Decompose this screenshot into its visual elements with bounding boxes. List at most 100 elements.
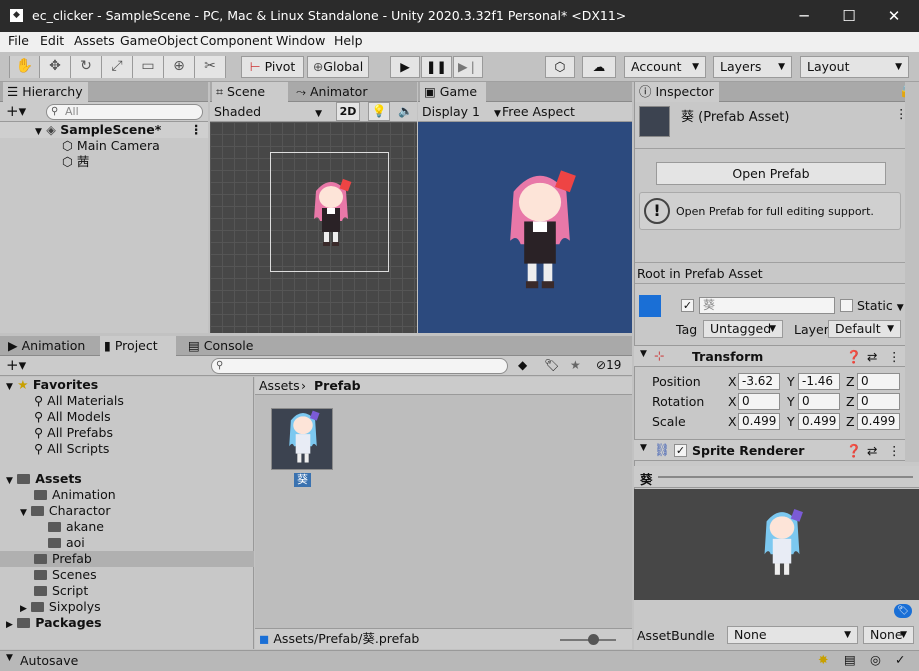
scene-viewport[interactable] <box>210 122 417 333</box>
tag-dropdown[interactable]: Untagged ▼ <box>703 320 783 338</box>
transform-tool-icon[interactable]: ⊕ <box>164 56 195 78</box>
list-item[interactable]: Scenes <box>34 567 97 583</box>
tab-hierarchy[interactable]: ☰ Hierarchy <box>3 82 88 102</box>
favorite-star-icon[interactable]: ★ <box>570 358 581 372</box>
maximize-icon[interactable]: ☐ <box>839 6 859 26</box>
step-button[interactable]: ▶❘ <box>453 56 483 78</box>
menu-gameobject[interactable]: GameObject <box>120 33 198 48</box>
pause-button[interactable]: ❚❚ <box>421 56 452 78</box>
zoom-slider-handle[interactable] <box>588 634 599 645</box>
list-item[interactable]: Animation <box>34 487 116 503</box>
layer-dropdown[interactable]: Default ▼ <box>828 320 901 338</box>
menu-help[interactable]: Help <box>334 33 363 48</box>
grid-item-label[interactable]: 葵 <box>294 473 311 487</box>
lighting-icon[interactable]: 💡 <box>368 102 390 121</box>
expand-arrow-icon[interactable]: ▼ <box>35 127 42 137</box>
cloud-icon[interactable]: ☁ <box>582 56 616 78</box>
play-button[interactable]: ▶ <box>390 56 420 78</box>
layers-dropdown[interactable]: Layers ▼ <box>713 56 792 78</box>
list-item[interactable]: ⚲ All Scripts <box>34 441 109 457</box>
prefab-thumbnail[interactable] <box>271 408 333 470</box>
list-item[interactable]: ⚲ All Models <box>34 409 111 425</box>
close-icon[interactable]: ✕ <box>884 6 904 26</box>
component-menu-icon[interactable]: ⋮ <box>888 349 901 364</box>
tab-animator[interactable]: ⤳ Animator <box>292 82 371 102</box>
mode-2d-toggle[interactable]: 2D <box>336 102 360 121</box>
collab-status-icon[interactable]: ◎ <box>870 652 881 667</box>
shading-dropdown[interactable]: Shaded ▼ <box>214 104 322 119</box>
help-icon[interactable]: ❓ <box>846 349 862 365</box>
list-item[interactable]: ⚲ All Prefabs <box>34 425 113 441</box>
menu-assets[interactable]: Assets <box>74 33 115 48</box>
add-icon[interactable]: +▾ <box>6 102 26 120</box>
menu-edit[interactable]: Edit <box>40 33 64 48</box>
list-item[interactable]: ⬡ 茜 <box>62 154 89 170</box>
audio-icon[interactable]: 🔈 <box>398 104 413 118</box>
list-item[interactable]: ▶ Sixpolys <box>20 599 101 615</box>
rotation-y-field[interactable]: 0 <box>798 393 840 410</box>
tab-console[interactable]: ▤ Console <box>184 336 257 356</box>
tab-inspector[interactable]: ⓘ Inspector <box>635 82 719 102</box>
preset-icon[interactable]: ⇄ <box>867 443 877 458</box>
list-item[interactable]: ⬡ Main Camera <box>62 138 160 154</box>
aspect-dropdown[interactable]: Free Aspect <box>502 104 575 119</box>
preset-icon[interactable]: ⇄ <box>867 349 877 364</box>
assets-header[interactable]: ▼ Assets <box>6 471 82 487</box>
list-item[interactable]: akane <box>48 519 104 535</box>
project-search-input[interactable]: ⚲ <box>211 358 508 374</box>
assetbundle-variant-dropdown[interactable]: None ▼ <box>863 626 914 644</box>
debug-icon[interactable]: ✸ <box>818 652 828 667</box>
static-dropdown[interactable]: Static ▼ <box>857 298 904 313</box>
rotation-z-field[interactable]: 0 <box>857 393 900 410</box>
minimize-icon[interactable]: ─ <box>794 6 814 26</box>
rotate-tool-icon[interactable]: ↻ <box>71 56 102 78</box>
tab-animation[interactable]: ▶ Animation <box>4 336 89 356</box>
rect-tool-icon[interactable]: ▭ <box>133 56 164 78</box>
inspector-scrollbar[interactable] <box>905 82 919 462</box>
favorites-header[interactable]: ▼ ★ Favorites <box>6 377 98 393</box>
tab-project[interactable]: ▮ Project <box>100 336 176 356</box>
add-icon[interactable]: +▾ <box>6 356 26 374</box>
account-dropdown[interactable]: Account ▼ <box>624 56 706 78</box>
menu-file[interactable]: File <box>8 33 29 48</box>
breadcrumb-prefab[interactable]: Prefab <box>314 378 361 394</box>
open-prefab-button[interactable]: Open Prefab <box>656 162 886 185</box>
filter-label-icon[interactable]: 🏷 <box>544 358 559 372</box>
global-toggle[interactable]: ⊕Global <box>307 56 369 78</box>
transform-header[interactable]: ▼ ⊹ Transform ❓ ⇄ ⋮ <box>634 345 919 367</box>
list-item[interactable]: Script <box>34 583 88 599</box>
active-checkbox[interactable]: ✓ <box>681 299 694 312</box>
list-item[interactable]: ⚲ All Materials <box>34 393 124 409</box>
hidden-count-badge[interactable]: ⊘19 <box>596 358 621 372</box>
position-x-field[interactable]: -3.62 <box>738 373 780 390</box>
packages-header[interactable]: ▶ Packages <box>6 615 102 631</box>
label-tag-icon[interactable]: 🏷 <box>894 604 912 618</box>
position-z-field[interactable]: 0 <box>857 373 900 390</box>
layout-dropdown[interactable]: Layout ▼ <box>800 56 909 78</box>
scale-z-field[interactable]: 0.499 <box>857 413 900 430</box>
assetbundle-dropdown[interactable]: None ▼ <box>727 626 858 644</box>
scene-menu-icon[interactable]: ⋮ <box>190 122 203 138</box>
scene-row[interactable]: ▼ ◈ SampleScene* ⋮ <box>0 122 208 138</box>
sprite-renderer-checkbox[interactable]: ✓ <box>674 444 687 457</box>
breadcrumb-assets[interactable]: Assets <box>259 378 300 394</box>
scale-tool-icon[interactable]: ⤢ <box>102 56 133 78</box>
hand-tool-icon[interactable]: ✋ <box>9 56 40 78</box>
display-dropdown[interactable]: Display 1 ▼ <box>422 104 501 119</box>
preview-viewport[interactable] <box>634 489 919 600</box>
list-item[interactable]: aoi <box>48 535 85 551</box>
move-tool-icon[interactable]: ✥ <box>40 56 71 78</box>
tab-scene[interactable]: ⌗ Scene <box>212 82 288 102</box>
menu-window[interactable]: Window <box>276 33 325 48</box>
scale-y-field[interactable]: 0.499 <box>798 413 840 430</box>
progress-icon[interactable]: ▤ <box>844 652 856 667</box>
static-checkbox[interactable] <box>840 299 853 312</box>
hierarchy-search-input[interactable]: ⚲ All <box>46 104 203 120</box>
prefab-cube-icon[interactable] <box>639 295 661 317</box>
game-viewport[interactable] <box>418 122 632 333</box>
help-icon[interactable]: ❓ <box>846 443 862 459</box>
custom-tool-icon[interactable]: ✂ <box>195 56 226 78</box>
rotation-x-field[interactable]: 0 <box>738 393 780 410</box>
sprite-renderer-header[interactable]: ▼ ⛓ ✓ Sprite Renderer ❓ ⇄ ⋮ <box>634 439 919 461</box>
collab-icon[interactable]: ⬡ <box>545 56 575 78</box>
